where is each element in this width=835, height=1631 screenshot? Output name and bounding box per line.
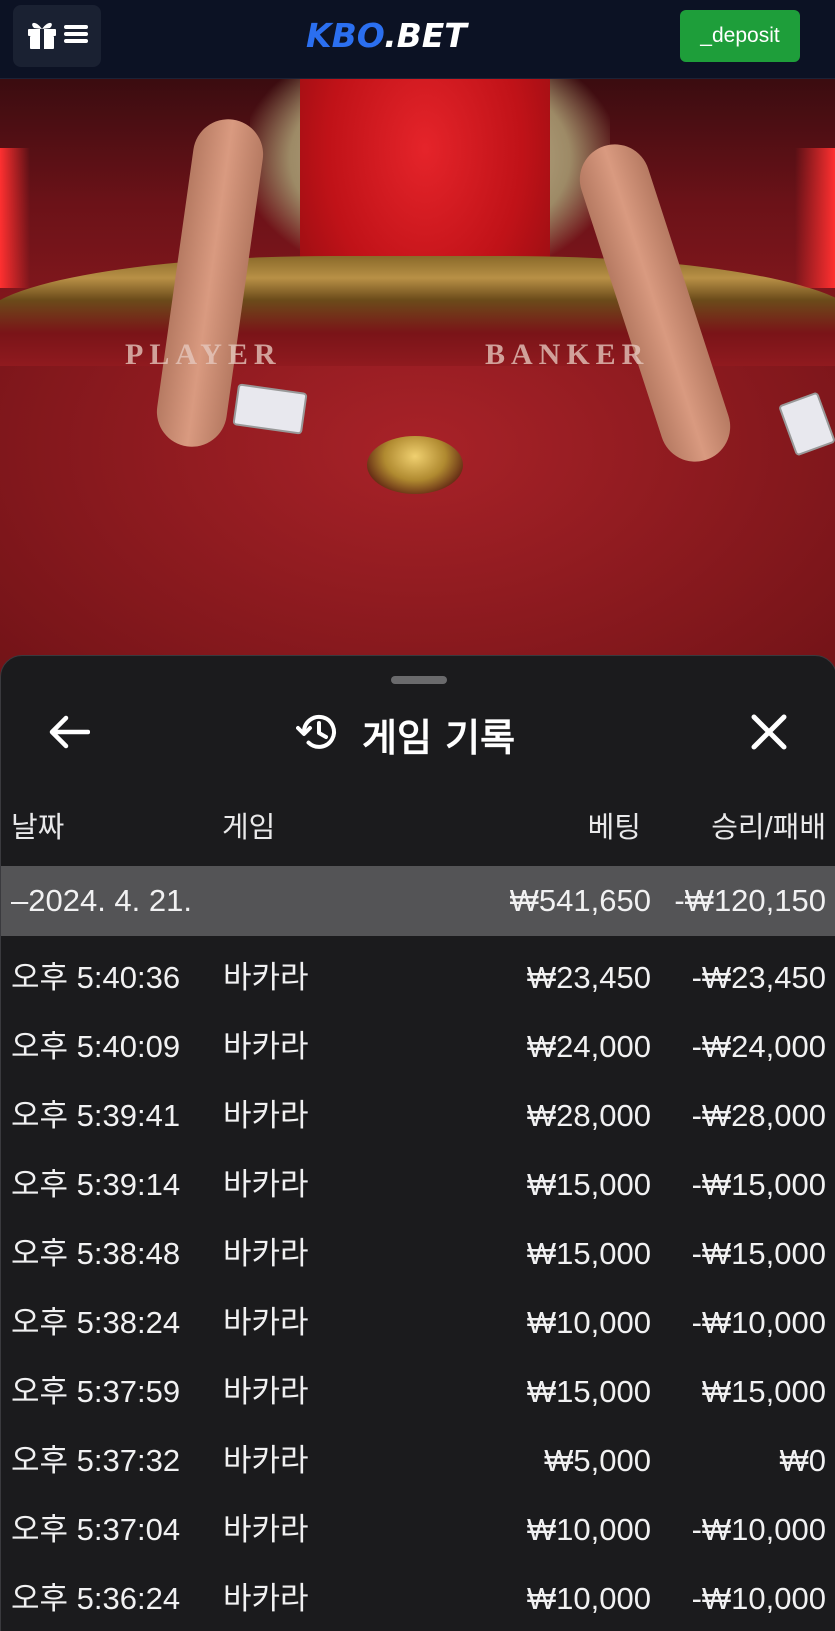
row-bet: ₩10,000	[526, 1305, 651, 1340]
banker-area-label: BANKER	[485, 338, 650, 371]
row-result: -₩10,000	[691, 1305, 826, 1340]
card-shoe	[367, 436, 463, 494]
right-glow	[795, 148, 835, 288]
row-time: 오후 5:38:48	[11, 1236, 181, 1271]
row-game: 바카라	[223, 1512, 309, 1547]
close-button[interactable]	[741, 706, 797, 762]
table-row[interactable]: 오후 5:40:09 바카라 ₩24,000 -₩24,000	[1, 1012, 835, 1081]
gift-icon	[25, 17, 59, 56]
row-result: -₩24,000	[691, 1029, 826, 1064]
row-result: ₩0	[779, 1443, 827, 1478]
row-game: 바카라	[223, 1305, 309, 1340]
table-row[interactable]: 오후 5:37:04 바카라 ₩10,000 -₩10,000	[1, 1495, 835, 1564]
row-game: 바카라	[223, 1098, 309, 1133]
row-bet: ₩5,000	[544, 1443, 651, 1478]
history-icon	[296, 711, 340, 758]
history-table-header: 날짜 게임 베팅 승리/패배	[1, 796, 835, 848]
row-game: 바카라	[223, 1029, 309, 1064]
logo-text-secondary: .BET	[384, 16, 467, 55]
row-game: 바카라	[223, 1374, 309, 1409]
row-bet: ₩15,000	[526, 1167, 651, 1202]
column-header-bet: 베팅	[587, 812, 641, 844]
row-game: 바카라	[223, 1167, 309, 1202]
row-time: 오후 5:37:04	[11, 1512, 181, 1547]
row-game: 바카라	[223, 1581, 309, 1616]
row-game: 바카라	[223, 1443, 309, 1478]
table-row[interactable]: 오후 5:36:24 바카라 ₩10,000 -₩10,000	[1, 1564, 835, 1631]
column-header-game: 게임	[222, 812, 276, 844]
sheet-drag-handle[interactable]	[391, 676, 447, 684]
live-dealer-video: PLAYER BANKER	[0, 78, 835, 698]
group-date: –2024. 4. 21.	[11, 883, 192, 918]
game-history-sheet: 게임 기록 날짜 게임 베팅 승리/패배 –2024. 4. 21. ₩541,…	[0, 655, 835, 1631]
close-icon	[750, 713, 788, 756]
row-bet: ₩23,450	[526, 960, 651, 995]
table-row[interactable]: 오후 5:37:59 바카라 ₩15,000 ₩15,000	[1, 1357, 835, 1426]
row-time: 오후 5:39:14	[11, 1167, 181, 1202]
row-result: ₩15,000	[701, 1374, 826, 1409]
logo-text-primary: KBO	[306, 16, 385, 55]
row-result: -₩15,000	[691, 1167, 826, 1202]
table-row[interactable]: 오후 5:38:24 바카라 ₩10,000 -₩10,000	[1, 1288, 835, 1357]
row-bet: ₩28,000	[526, 1098, 651, 1133]
row-game: 바카라	[223, 1236, 309, 1271]
column-header-result: 승리/패배	[711, 812, 826, 844]
table-row[interactable]: 오후 5:39:14 바카라 ₩15,000 -₩15,000	[1, 1150, 835, 1219]
left-glow	[0, 148, 30, 288]
row-game: 바카라	[223, 960, 309, 995]
deposit-button[interactable]: _deposit	[680, 10, 800, 62]
back-button[interactable]	[41, 706, 97, 762]
sheet-header: 게임 기록	[296, 706, 515, 762]
column-header-date: 날짜	[11, 812, 65, 844]
row-time: 오후 5:37:59	[11, 1374, 181, 1409]
row-time: 오후 5:40:09	[11, 1029, 181, 1064]
row-result: -₩15,000	[691, 1236, 826, 1271]
player-area-label: PLAYER	[125, 338, 282, 371]
date-group-row[interactable]: –2024. 4. 21. ₩541,650 -₩120,150	[1, 866, 835, 936]
app-page: KBO.BET _deposit PLAYER BANKER 게임 기록 날짜 …	[0, 0, 835, 1631]
row-result: -₩10,000	[691, 1512, 826, 1547]
group-result-total: -₩120,150	[674, 883, 826, 918]
table-row[interactable]: 오후 5:37:32 바카라 ₩5,000 ₩0	[1, 1426, 835, 1495]
row-bet: ₩10,000	[526, 1512, 651, 1547]
hamburger-icon	[63, 22, 89, 51]
row-bet: ₩15,000	[526, 1374, 651, 1409]
row-result: -₩28,000	[691, 1098, 826, 1133]
menu-button[interactable]	[13, 5, 101, 67]
sheet-title: 게임 기록	[362, 715, 516, 760]
row-bet: ₩24,000	[526, 1029, 651, 1064]
row-result: -₩23,450	[691, 960, 826, 995]
table-row[interactable]: 오후 5:38:48 바카라 ₩15,000 -₩15,000	[1, 1219, 835, 1288]
row-bet: ₩10,000	[526, 1581, 651, 1616]
row-time: 오후 5:37:32	[11, 1443, 181, 1478]
row-bet: ₩15,000	[526, 1236, 651, 1271]
arrow-left-icon	[48, 715, 91, 754]
row-time: 오후 5:40:36	[11, 960, 181, 995]
row-result: -₩10,000	[691, 1581, 826, 1616]
brand-logo[interactable]: KBO.BET	[306, 16, 467, 56]
top-bar: KBO.BET _deposit	[0, 0, 835, 79]
group-bet-total: ₩541,650	[509, 883, 651, 918]
table-row[interactable]: 오후 5:40:36 바카라 ₩23,450 -₩23,450	[1, 943, 835, 1012]
table-row[interactable]: 오후 5:39:41 바카라 ₩28,000 -₩28,000	[1, 1081, 835, 1150]
row-time: 오후 5:39:41	[11, 1098, 181, 1133]
row-time: 오후 5:38:24	[11, 1305, 181, 1340]
row-time: 오후 5:36:24	[11, 1581, 181, 1616]
